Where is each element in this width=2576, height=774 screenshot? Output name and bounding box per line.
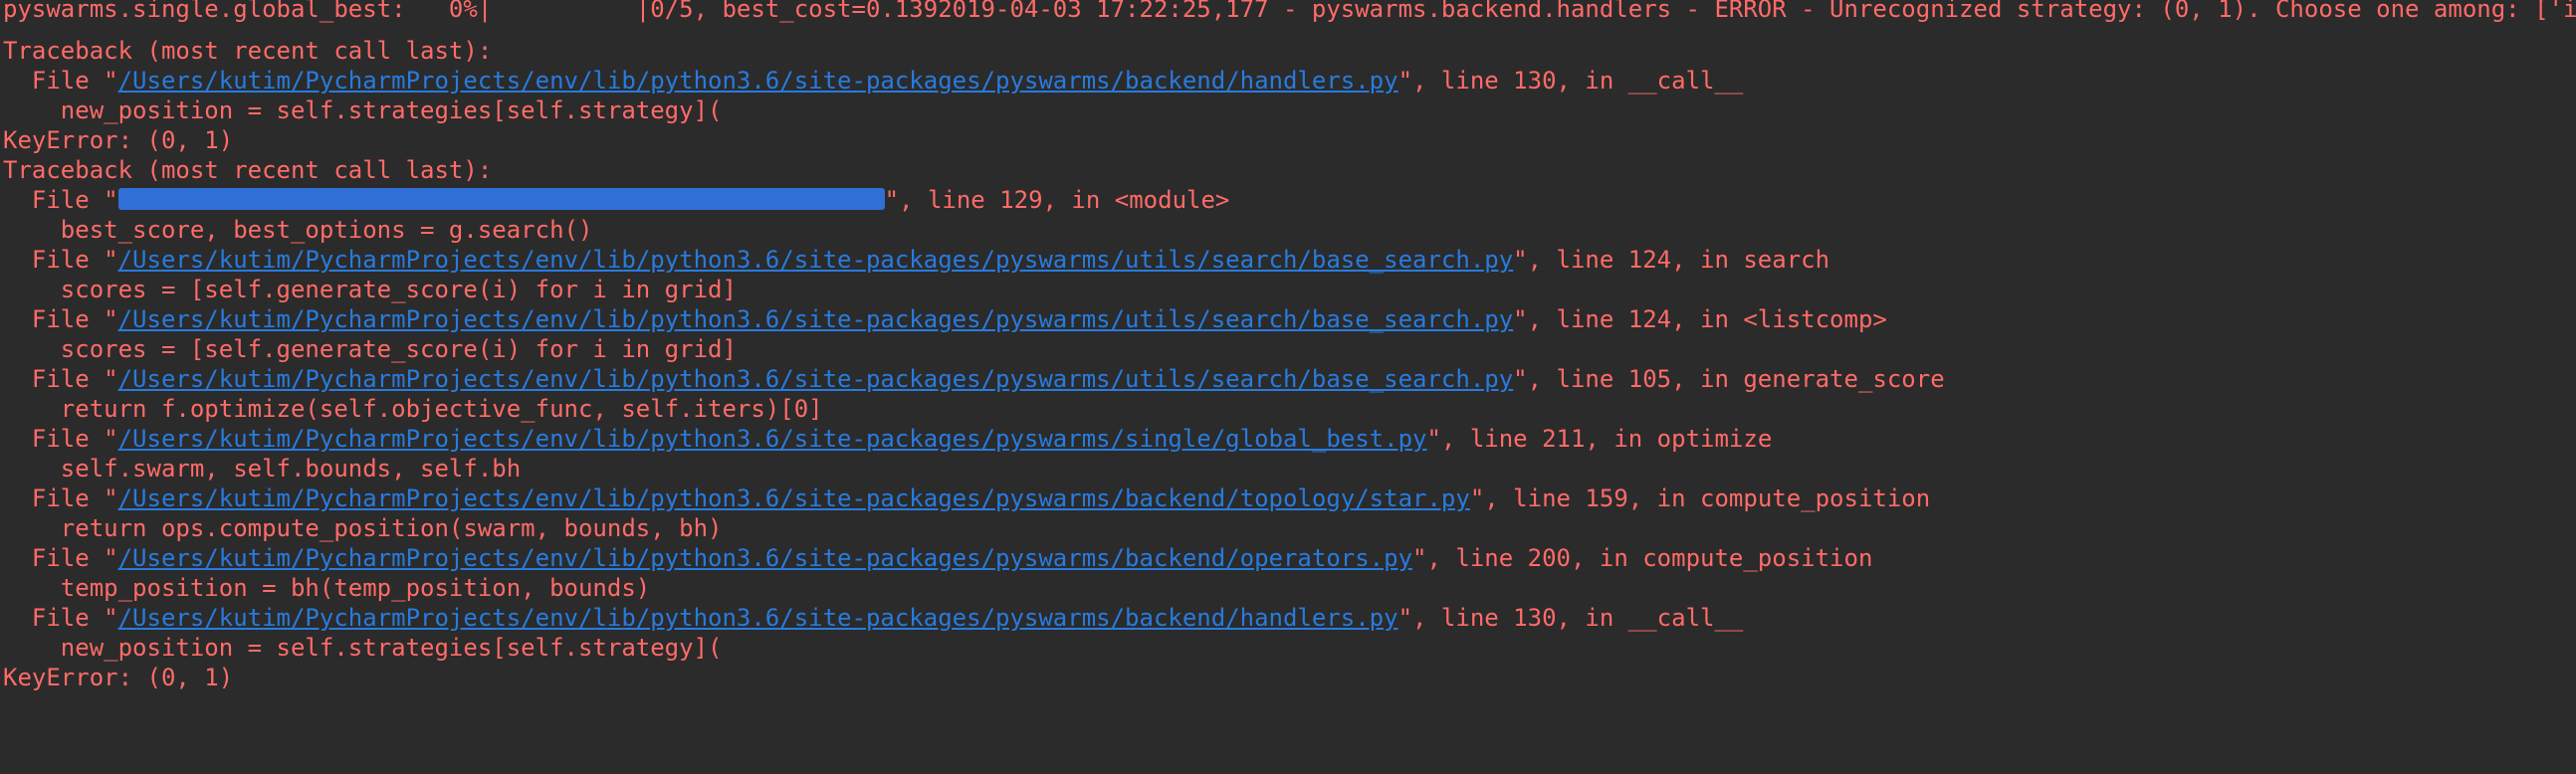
source-line: self.swarm, self.bounds, self.bh bbox=[3, 455, 522, 483]
file-path-link[interactable]: /Users/kutim/PycharmProjects/env/lib/pyt… bbox=[118, 604, 1398, 632]
source-line: new_position = self.strategies[self.stra… bbox=[3, 634, 723, 662]
traceback-frame: File "/Users/kutim/PycharmProjects/env/l… bbox=[3, 245, 1829, 275]
file-path-link[interactable]: /Users/kutim/PycharmProjects/env/lib/pyt… bbox=[118, 305, 1514, 333]
file-path-link[interactable]: /Users/kutim/PycharmProjects/env/lib/pyt… bbox=[118, 246, 1514, 274]
traceback-frame: File "/Users/kutim/PycharmProjects/env/l… bbox=[3, 603, 1743, 633]
frame-prefix: File " bbox=[3, 67, 118, 95]
file-path-link[interactable]: /Users/kutim/PycharmProjects/env/lib/pyt… bbox=[118, 544, 1412, 572]
frame-suffix: ", line 124, in search bbox=[1513, 246, 1830, 274]
frame-prefix: File " bbox=[3, 365, 118, 393]
frame-prefix: File " bbox=[3, 186, 118, 214]
frame-suffix: ", line 200, in compute_position bbox=[1412, 544, 1873, 572]
frame-suffix: ", line 211, in optimize bbox=[1426, 425, 1773, 453]
traceback-frame: File "/Users/kutim/PycharmProjects/env/l… bbox=[3, 364, 1945, 394]
source-line: scores = [self.generate_score(i) for i i… bbox=[3, 276, 737, 303]
frame-suffix: ", line 129, in <module> bbox=[884, 186, 1230, 214]
file-path-link[interactable]: /Users/kutim/PycharmProjects/env/lib/pyt… bbox=[118, 67, 1398, 95]
frame-prefix: File " bbox=[3, 484, 118, 512]
traceback-frame: File "/Users/kutim/PycharmProjects/env/l… bbox=[3, 304, 1887, 334]
source-line: temp_position = bh(temp_position, bounds… bbox=[3, 574, 651, 602]
frame-prefix: File " bbox=[3, 305, 118, 333]
redacted-file-path bbox=[117, 188, 885, 210]
file-path-link[interactable]: /Users/kutim/PycharmProjects/env/lib/pyt… bbox=[118, 425, 1427, 453]
source-line: return ops.compute_position(swarm, bound… bbox=[3, 514, 723, 542]
frame-prefix: File " bbox=[3, 544, 118, 572]
source-line: new_position = self.strategies[self.stra… bbox=[3, 97, 723, 124]
traceback-header: Traceback (most recent call last): bbox=[3, 156, 493, 184]
source-line: return f.optimize(self.objective_func, s… bbox=[3, 395, 823, 423]
file-path-link[interactable]: /Users/kutim/PycharmProjects/env/lib/pyt… bbox=[118, 365, 1514, 393]
frame-suffix: ", line 159, in compute_position bbox=[1469, 484, 1931, 512]
frame-prefix: File " bbox=[3, 604, 118, 632]
source-line: best_score, best_options = g.search() bbox=[3, 216, 593, 244]
frame-prefix: File " bbox=[3, 425, 118, 453]
error-message: KeyError: (0, 1) bbox=[3, 126, 234, 154]
frame-suffix: ", line 130, in __call__ bbox=[1397, 604, 1744, 632]
frame-suffix: ", line 130, in __call__ bbox=[1397, 67, 1744, 95]
console-line-progress: pyswarms.single.global_best: 0%| |0/5, b… bbox=[3, 0, 2576, 23]
error-message: KeyError: (0, 1) bbox=[3, 664, 234, 691]
traceback-frame: File "/Users/kutim/PycharmProjects/env/l… bbox=[3, 543, 1873, 573]
file-path-link[interactable]: /Users/kutim/PycharmProjects/env/lib/pyt… bbox=[118, 484, 1470, 512]
traceback-frame: File "/Users/kutim/PycharmProjects/env/l… bbox=[3, 66, 1743, 96]
frame-suffix: ", line 124, in <listcomp> bbox=[1513, 305, 1887, 333]
traceback-frame: File " ", line 129, in <module> bbox=[3, 185, 1229, 215]
source-line: scores = [self.generate_score(i) for i i… bbox=[3, 335, 737, 363]
frame-prefix: File " bbox=[3, 246, 118, 274]
frame-suffix: ", line 105, in generate_score bbox=[1513, 365, 1945, 393]
traceback-frame: File "/Users/kutim/PycharmProjects/env/l… bbox=[3, 424, 1772, 454]
traceback-header: Traceback (most recent call last): bbox=[3, 37, 493, 65]
traceback-frame: File "/Users/kutim/PycharmProjects/env/l… bbox=[3, 484, 1930, 513]
console-output[interactable]: pyswarms.single.global_best: 0%| |0/5, b… bbox=[0, 0, 2576, 774]
